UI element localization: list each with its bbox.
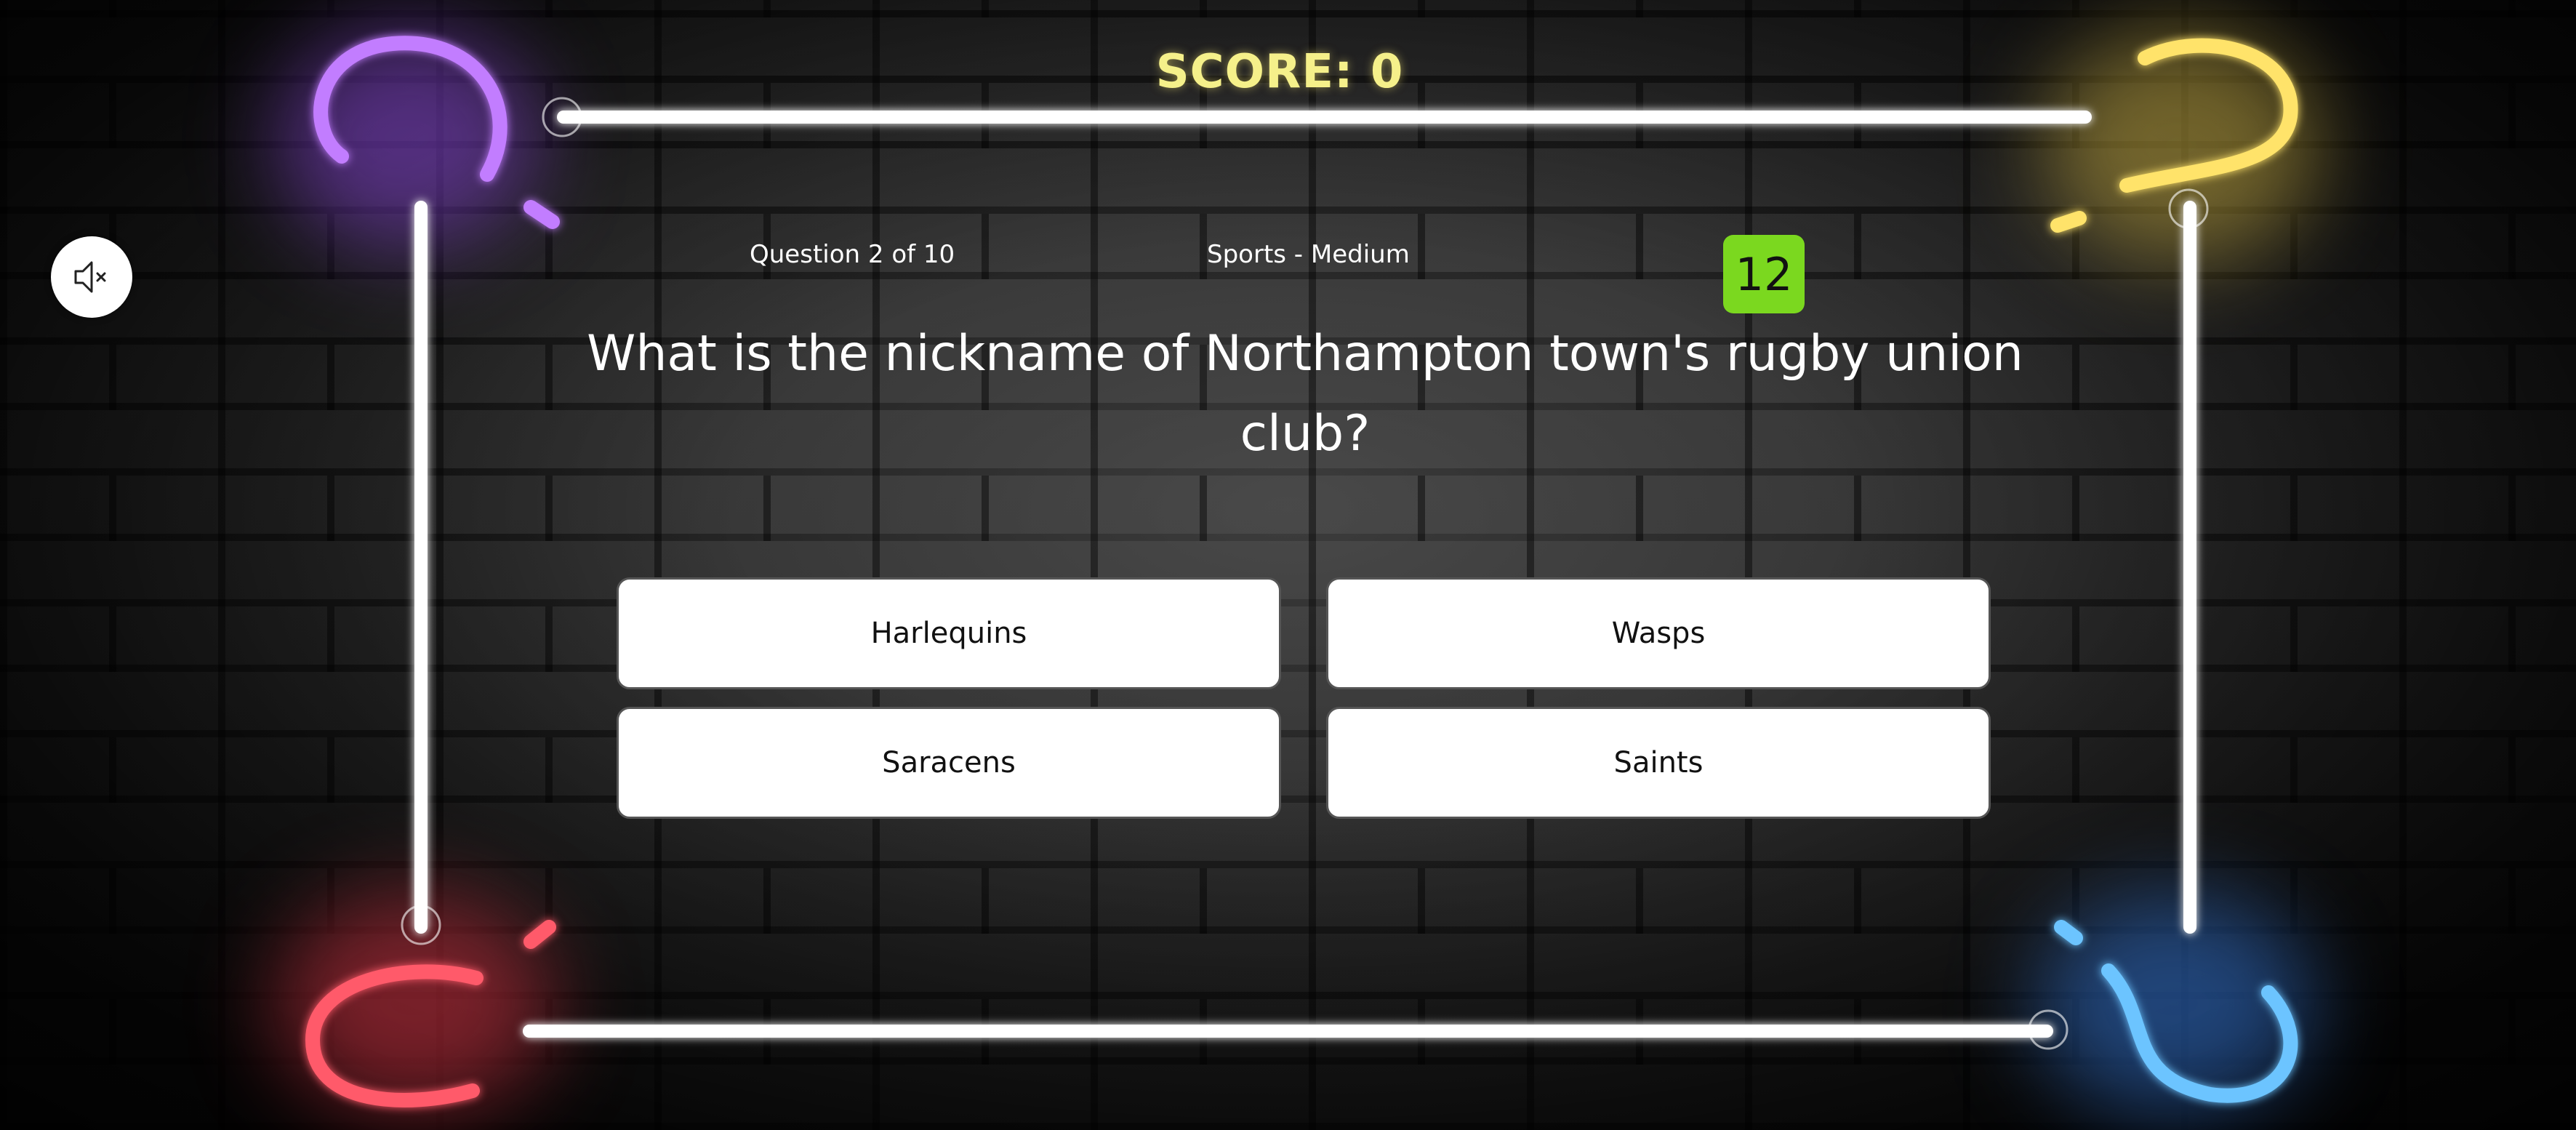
tube-end-ring-top-right <box>2168 188 2209 229</box>
purple-question-mark-icon <box>313 36 560 229</box>
game-screen: SCORE: 0 Question 2 of 10 Sports - Mediu… <box>0 0 2576 1130</box>
answer-button-2[interactable]: Wasps <box>1326 577 1991 689</box>
tube-end-ring-top-left <box>542 97 582 137</box>
yellow-glow <box>2043 29 2319 262</box>
speaker-muted-icon <box>74 261 106 293</box>
red-question-mark-icon <box>305 920 556 1107</box>
brick-wall-background <box>0 0 2576 1130</box>
score-display: SCORE: 0 <box>1155 45 1404 99</box>
answer-grid: Harlequins Wasps Saracens Saints <box>617 577 1992 819</box>
blue-glow <box>2036 894 2312 1113</box>
neon-frame <box>305 36 2298 1107</box>
tube-end-ring-bottom-left <box>401 905 441 945</box>
blue-question-mark-icon <box>2054 920 2298 1103</box>
question-category: Sports - Medium <box>1207 240 1410 269</box>
countdown-timer: 12 <box>1723 235 1805 313</box>
red-glow <box>276 894 553 1113</box>
answer-button-4[interactable]: Saints <box>1326 707 1991 819</box>
mute-toggle-button[interactable] <box>51 236 132 318</box>
tube-end-ring-bottom-right <box>2028 1009 2069 1050</box>
answer-button-1[interactable]: Harlequins <box>617 577 1281 689</box>
yellow-question-mark-icon <box>2050 38 2298 233</box>
question-text: What is the nickname of Northampton town… <box>587 325 2023 462</box>
answer-button-3[interactable]: Saracens <box>617 707 1281 819</box>
purple-glow <box>276 29 538 247</box>
question-progress: Question 2 of 10 <box>750 240 955 269</box>
brick-wall-offset-rows <box>0 0 2576 1130</box>
vignette-overlay <box>0 0 2576 1130</box>
